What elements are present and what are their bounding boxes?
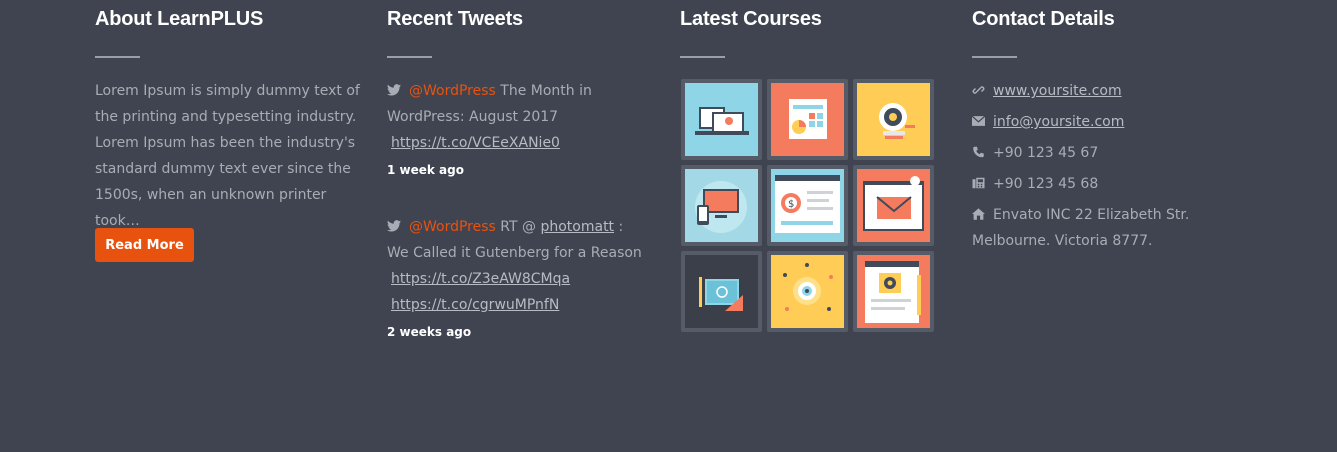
finance-browser-icon: $ (771, 169, 844, 242)
contact-phone: +90 123 45 67 (972, 140, 1232, 166)
envelope-icon (972, 115, 985, 126)
course-thumbnail[interactable] (853, 79, 934, 160)
phone-icon (973, 146, 984, 158)
title-divider (680, 56, 725, 58)
books-laptop-icon (685, 83, 758, 156)
fax-icon (972, 177, 985, 189)
contact-list: www.yoursite.com info@yoursite.com +90 1… (972, 78, 1232, 259)
svg-text:$: $ (788, 199, 794, 210)
twitter-icon (387, 84, 401, 96)
course-thumbnail[interactable] (681, 251, 762, 332)
tweet-handle-link[interactable]: @WordPress (409, 83, 496, 99)
contact-fax: +90 123 45 68 (972, 171, 1232, 197)
tweet-url-link[interactable]: https://t.co/Z3eAW8CMqa (391, 266, 570, 292)
course-thumbnail[interactable] (853, 251, 934, 332)
contact-website: www.yoursite.com (972, 78, 1232, 104)
course-thumbnail[interactable] (681, 79, 762, 160)
tweet-text: RT @ (495, 219, 541, 235)
about-title: About LearnPLUS (95, 8, 264, 30)
home-icon (972, 208, 985, 220)
devices-icon (685, 169, 758, 242)
title-divider (387, 56, 432, 58)
course-thumbnail[interactable] (767, 79, 848, 160)
address-text: Envato INC 22 Elizabeth Str. Melbourne. … (972, 207, 1190, 249)
website-link[interactable]: www.yoursite.com (993, 83, 1122, 99)
courses-title: Latest Courses (680, 8, 822, 30)
web-settings-icon (857, 255, 930, 328)
email-link[interactable]: info@yoursite.com (993, 114, 1124, 130)
tweet-item: @WordPress The Month in WordPress: Augus… (387, 78, 649, 180)
drawing-tablet-icon (685, 255, 758, 328)
link-icon (972, 86, 985, 94)
tweet-item: @WordPress RT @ photomatt : We Called it… (387, 214, 649, 342)
tweet-url-link[interactable]: https://t.co/cgrwuMPnfN (391, 292, 559, 318)
gear-idea-icon (857, 83, 930, 156)
course-thumbnail-grid: $ (681, 79, 934, 332)
twitter-icon (387, 220, 401, 232)
title-divider (972, 56, 1017, 58)
email-newsletter-icon (857, 169, 930, 242)
analytics-dashboard-icon (771, 83, 844, 156)
course-thumbnail[interactable] (853, 165, 934, 246)
contact-title: Contact Details (972, 8, 1115, 30)
about-text: Lorem Ipsum is simply dummy text of the … (95, 83, 360, 229)
read-more-button[interactable]: Read More (95, 228, 194, 262)
course-thumbnail[interactable] (681, 165, 762, 246)
phone-number: +90 123 45 67 (993, 145, 1099, 161)
tweet-timestamp: 2 weeks ago (387, 325, 472, 339)
contact-address: Envato INC 22 Elizabeth Str. Melbourne. … (972, 202, 1232, 254)
fax-number: +90 123 45 68 (993, 176, 1099, 192)
contact-email: info@yoursite.com (972, 109, 1232, 135)
course-thumbnail[interactable] (767, 251, 848, 332)
tweet-handle-link[interactable]: @WordPress (409, 219, 496, 235)
tweet-timestamp: 1 week ago (387, 163, 464, 177)
title-divider (95, 56, 140, 58)
tweet-mention-link[interactable]: photomatt (540, 219, 614, 235)
course-thumbnail[interactable]: $ (767, 165, 848, 246)
tweet-url-link[interactable]: https://t.co/VCEeXANie0 (391, 130, 560, 156)
tweets-title: Recent Tweets (387, 8, 523, 30)
eye-network-icon (771, 255, 844, 328)
